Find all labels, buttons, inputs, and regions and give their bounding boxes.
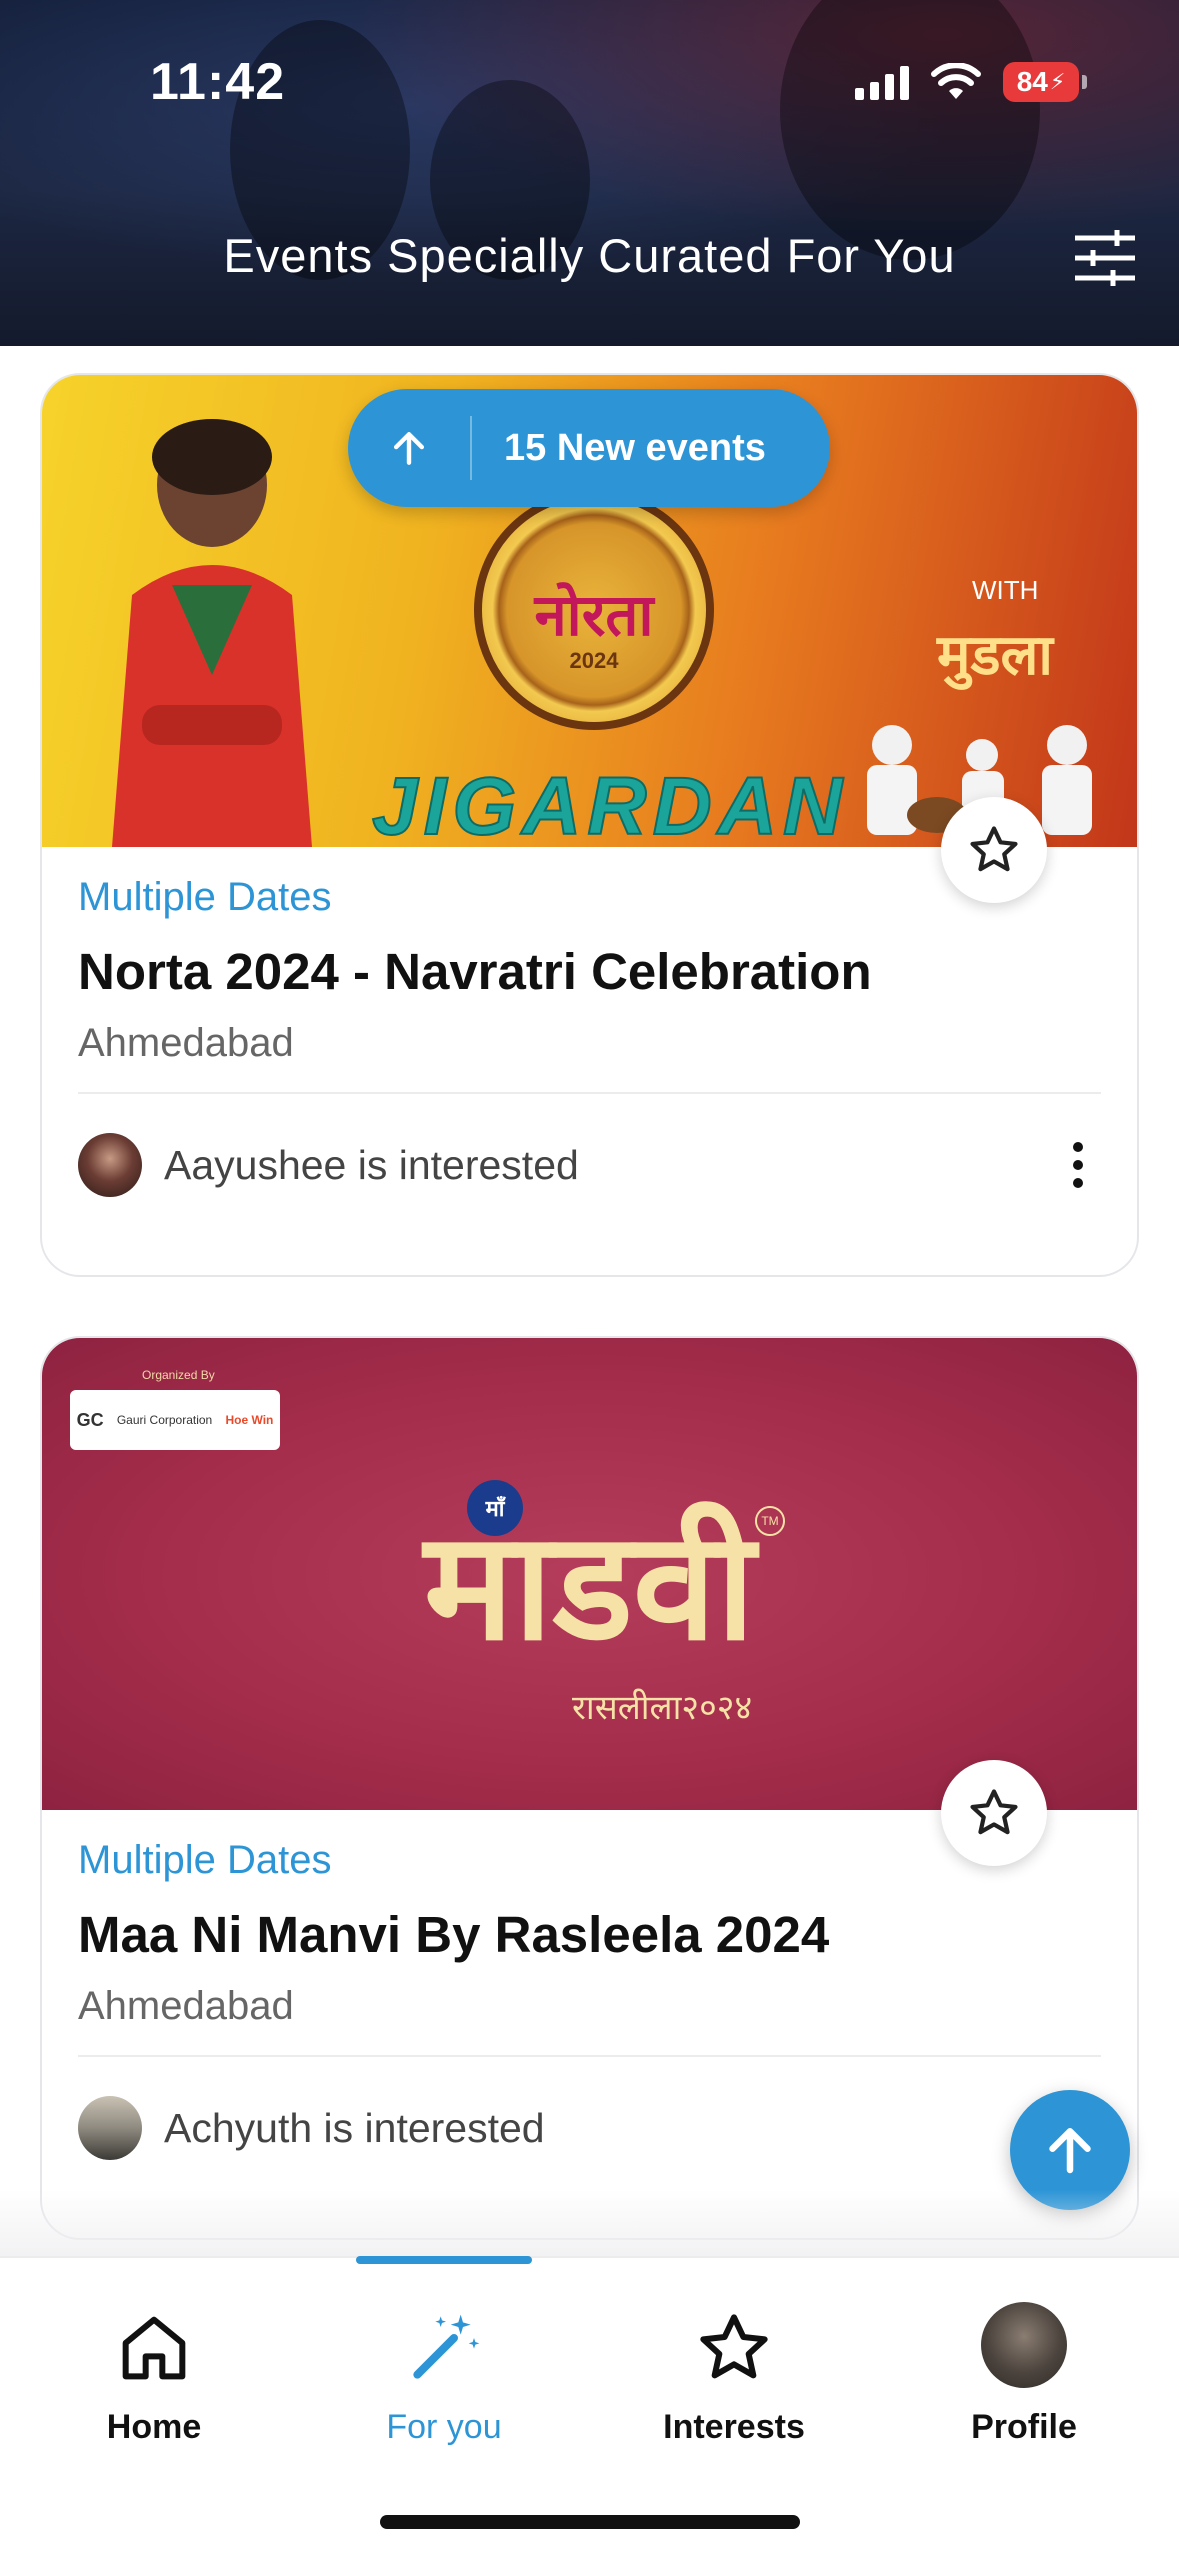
interest-row: Achyuth is interested [78,2095,1101,2161]
trademark-mark: TM [755,1506,785,1536]
norta-logo-badge: नोरता 2024 [474,490,714,730]
event-title[interactable]: Maa Ni Manvi By Rasleela 2024 [78,1905,1101,1964]
new-events-label: 15 New events [504,426,766,469]
sliders-icon[interactable] [1073,228,1137,288]
arrow-up-icon [348,416,472,480]
interested-text: Aayushee is interested [164,1141,579,1188]
more-options-icon[interactable] [1073,1142,1083,1188]
magic-wand-icon [413,2314,480,2379]
new-events-button[interactable]: 15 New events [348,389,830,507]
tab-label: Interests [663,2408,805,2446]
banner-mudla-text: मुडला [937,623,1053,686]
event-city: Ahmedabad [78,1984,294,2028]
avatar[interactable] [78,1133,142,1197]
event-card[interactable]: Organized By GC Gauri Corporation Hoe Wi… [40,1336,1139,2240]
event-details: Multiple Dates Norta 2024 - Navratri Cel… [78,875,1101,1198]
background-silhouette [780,0,1040,260]
tab-label: Profile [971,2408,1077,2446]
header: 11:42 84 ⚡ Events Specially Curated For … [0,0,1179,346]
profile-avatar [981,2302,1067,2388]
event-details: Multiple Dates Maa Ni Manvi By Rasleela … [78,1838,1101,2161]
tab-for-you[interactable]: For you [344,2258,544,2447]
banner-with-text: WITH [972,575,1039,605]
cellular-signal-icon [855,64,909,100]
battery-indicator: 84 ⚡ [1003,62,1087,102]
artist-name-text: JIGARDAN [371,760,849,847]
event-city: Ahmedabad [78,1021,294,1065]
artist-image [112,419,312,847]
charging-icon: ⚡ [1049,69,1066,94]
event-dates: Multiple Dates [78,875,332,919]
sponsor-logos: GC Gauri Corporation Hoe Win [70,1390,280,1450]
event-banner-image[interactable]: Organized By GC Gauri Corporation Hoe Wi… [42,1338,1137,1810]
home-icon [122,2316,186,2380]
sponsor-logo: GC [76,1409,104,1430]
tab-label: For you [386,2408,502,2446]
home-indicator [380,2515,800,2529]
interested-text: Achyuth is interested [164,2104,545,2151]
tab-bar: Home For you Interests Profile [0,2256,1179,2556]
scroll-fade [0,2190,1179,2258]
battery-level: 84 [1016,66,1048,97]
sponsor-logo: Hoe Win [225,1413,274,1427]
sponsor-logo: Gauri Corporation [116,1413,213,1427]
event-card[interactable]: नोरता 2024 WITH मुडला JIGARDAN Multiple … [40,373,1139,1277]
page-title: Events Specially Curated For You [223,229,956,282]
wifi-icon [931,63,981,99]
star-icon [970,826,1018,872]
organized-by-text: Organized By [142,1368,215,1382]
badge-year: 2024 [569,648,619,673]
badge-text: नोरता [534,583,654,648]
banner-subtitle: रासलीला२०२४ [572,1689,753,1727]
tab-home[interactable]: Home [54,2258,254,2447]
event-title[interactable]: Norta 2024 - Navratri Celebration [78,942,1101,1001]
arrow-up-icon [1049,2128,1091,2174]
status-time: 11:42 [150,53,286,111]
avatar[interactable] [78,2096,142,2160]
divider [78,1092,1101,1094]
divider [78,2055,1101,2057]
interest-row: Aayushee is interested [78,1132,1101,1198]
banner-logo-text: माडवी [423,1498,756,1674]
status-icons: 84 ⚡ [855,62,1087,102]
tab-interests[interactable]: Interests [634,2258,834,2447]
tab-label: Home [106,2408,202,2446]
tab-profile[interactable]: Profile [924,2258,1124,2447]
star-icon [970,1789,1018,1835]
star-icon [700,2314,768,2379]
event-dates: Multiple Dates [78,1838,332,1882]
